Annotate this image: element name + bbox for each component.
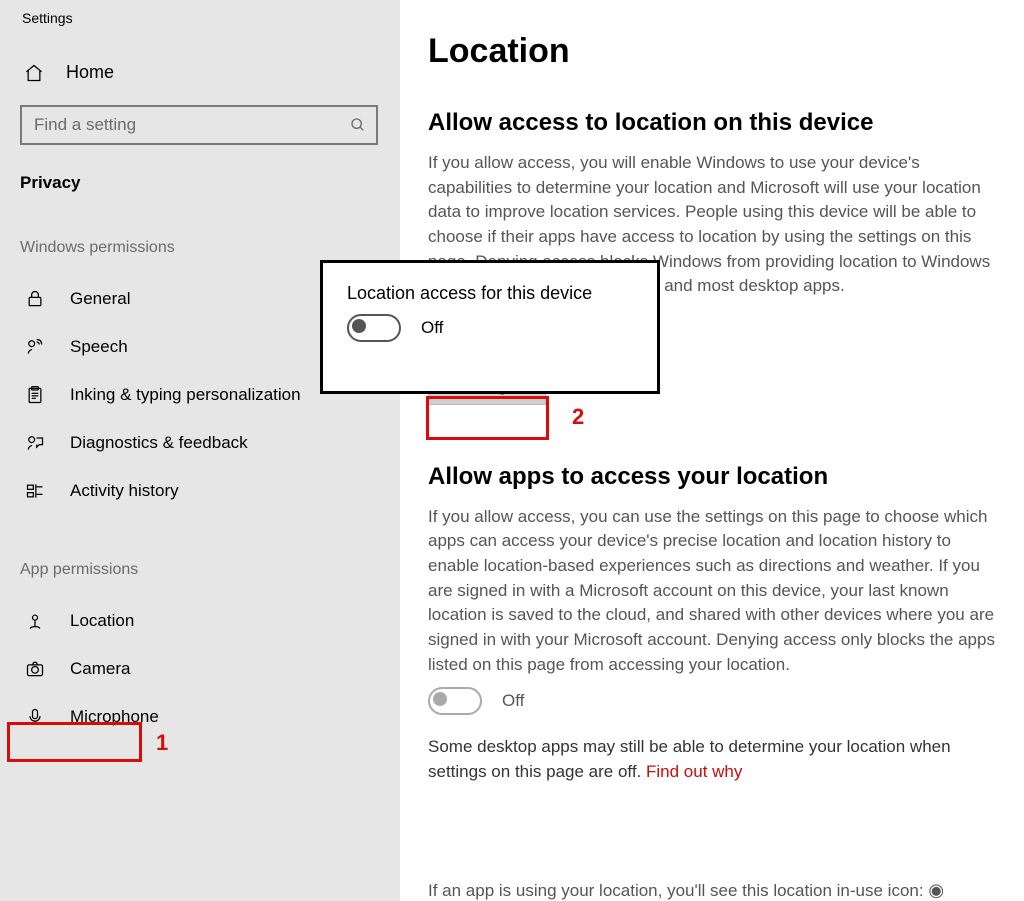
search-box[interactable] [20,105,378,145]
content-panel: Location Allow access to location on thi… [400,0,1024,901]
home-label: Home [66,62,114,83]
device-location-toggle[interactable] [347,314,401,342]
app-access-toggle[interactable] [428,687,482,715]
nav-item-activity-history[interactable]: Activity history [20,467,400,515]
location-in-use-note: If an app is using your location, you'll… [428,880,998,901]
popup-title: Location access for this device [347,283,633,304]
microphone-icon [24,707,46,727]
location-icon [24,611,46,631]
nav-item-location[interactable]: Location [20,597,400,645]
search-input[interactable] [32,114,336,136]
home-button[interactable]: Home [20,36,400,105]
section-header-privacy: Privacy [20,145,400,193]
group-header-windows-permissions: Windows permissions [20,193,400,257]
sidebar: Settings Home Privacy Windows permission… [0,0,400,901]
timeline-icon [24,481,46,501]
nav-label: Diagnostics & feedback [70,433,248,453]
app-access-toggle-label: Off [502,691,524,711]
nav-label: Speech [70,337,128,357]
group-header-app-permissions: App permissions [20,515,400,579]
nav-label: Location [70,611,134,631]
popup-toggle-row: Off [347,314,633,342]
nav-label: Inking & typing personalization [70,385,301,405]
page-title: Location [428,32,998,71]
nav-item-camera[interactable]: Camera [20,645,400,693]
home-icon [24,63,44,83]
location-in-use-icon: ◉ [928,880,944,900]
nav-label: Activity history [70,481,179,501]
speech-icon [24,337,46,357]
section-title-device-access: Allow access to location on this device [428,109,998,137]
search-icon [350,117,366,133]
nav-group-2: Location Camera Microphone [20,579,400,741]
settings-app: Settings Home Privacy Windows permission… [0,0,1024,901]
location-access-popup: Location access for this device Off [320,260,660,394]
app-access-toggle-row: Off [428,687,998,715]
nav-label: Microphone [70,707,159,727]
window-title: Settings [20,6,400,36]
section-body-app-access: If you allow access, you can use the set… [428,505,998,677]
nav-label: Camera [70,659,130,679]
find-out-why-link[interactable]: Find out why [646,762,742,781]
nav-item-microphone[interactable]: Microphone [20,693,400,741]
feedback-icon [24,433,46,453]
section-title-app-access: Allow apps to access your location [428,463,998,491]
device-location-toggle-label: Off [421,318,443,338]
nav-label: General [70,289,130,309]
desktop-apps-note: Some desktop apps may still be able to d… [428,735,998,784]
lock-icon [24,289,46,309]
camera-icon [24,659,46,679]
clipboard-icon [24,385,46,405]
nav-item-diagnostics[interactable]: Diagnostics & feedback [20,419,400,467]
